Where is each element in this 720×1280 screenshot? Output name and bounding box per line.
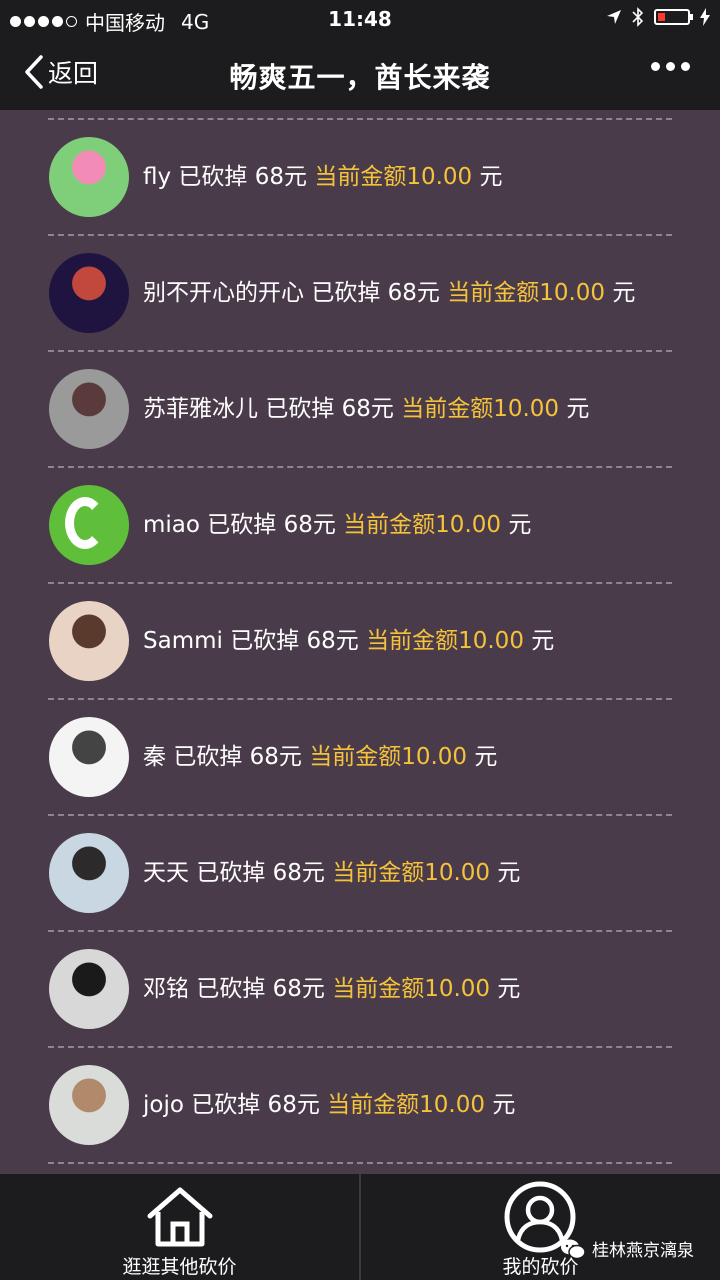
tab-my-bargains[interactable]: 我的砍价: [361, 1174, 720, 1280]
currency-unit: 元: [497, 860, 521, 886]
avatar: [49, 949, 129, 1029]
charging-bolt-icon: [700, 8, 710, 26]
avatar: [49, 833, 129, 913]
avatar: [49, 1065, 129, 1145]
avatar: [49, 369, 129, 449]
friend-name: fly: [143, 164, 172, 190]
bargain-record-text: miao 已砍掉 68元 当前金额10.00 元: [143, 508, 663, 542]
current-amount: 当前金额10.00: [314, 164, 473, 190]
current-amount: 当前金额10.00: [366, 628, 524, 654]
currency-unit: 元: [497, 976, 521, 1002]
status-bar: 中国移动 4G 11:48: [0, 0, 720, 38]
bargain-action-text: 已砍掉 68元: [207, 512, 336, 538]
bargain-record-text: fly 已砍掉 68元 当前金额10.00 元: [143, 160, 663, 194]
bargain-record-text: jojo 已砍掉 68元 当前金额10.00 元: [143, 1088, 663, 1122]
bargain-action-text: 已砍掉 68元: [191, 1092, 320, 1118]
bargain-record-text: 天天 已砍掉 68元 当前金额10.00 元: [143, 856, 663, 890]
list-item: 苏菲雅冰儿 已砍掉 68元 当前金额10.00 元: [48, 352, 672, 466]
list-divider: [48, 1162, 672, 1164]
list-item: 天天 已砍掉 68元 当前金额10.00 元: [48, 816, 672, 930]
current-amount: 当前金额10.00: [309, 744, 468, 770]
bargain-action-text: 已砍掉 68元: [311, 280, 440, 306]
bargain-record-list: fly 已砍掉 68元 当前金额10.00 元别不开心的开心 已砍掉 68元 当…: [48, 118, 672, 1164]
current-amount: 当前金额10.00: [447, 280, 606, 306]
more-options-button[interactable]: [651, 62, 690, 71]
more-dot-icon: [666, 62, 675, 71]
avatar: [49, 253, 129, 333]
more-dot-icon: [651, 62, 660, 71]
currency-unit: 元: [479, 164, 503, 190]
list-item: miao 已砍掉 68元 当前金额10.00 元: [48, 468, 672, 582]
bluetooth-icon: [632, 7, 644, 27]
current-amount: 当前金额10.00: [343, 512, 502, 538]
list-item: 秦 已砍掉 68元 当前金额10.00 元: [48, 700, 672, 814]
friend-name: 天天: [143, 860, 189, 886]
list-item: fly 已砍掉 68元 当前金额10.00 元: [48, 120, 672, 234]
battery-icon: [654, 9, 693, 25]
current-amount: 当前金额10.00: [327, 1092, 485, 1118]
list-item: jojo 已砍掉 68元 当前金额10.00 元: [48, 1048, 672, 1162]
avatar: [49, 137, 129, 217]
currency-unit: 元: [508, 512, 532, 538]
friend-name: 苏菲雅冰儿: [143, 396, 258, 422]
avatar: [49, 601, 129, 681]
current-amount: 当前金额10.00: [332, 860, 491, 886]
bargain-action-text: 已砍掉 68元: [173, 744, 302, 770]
tab-browse-other-bargains[interactable]: 逛逛其他砍价: [0, 1174, 359, 1280]
current-amount: 当前金额10.00: [332, 976, 491, 1002]
friend-name: Sammi: [143, 628, 223, 654]
bargain-record-text: 别不开心的开心 已砍掉 68元 当前金额10.00 元: [143, 276, 653, 310]
tab-label: 逛逛其他砍价: [122, 1256, 237, 1278]
status-bar-right: [606, 7, 710, 27]
bargain-action-text: 已砍掉 68元: [196, 976, 325, 1002]
wechat-logo-icon: [561, 1239, 586, 1259]
navigation-bar: 返回 畅爽五一，酋长来袭: [0, 38, 720, 110]
bargain-record-text: 秦 已砍掉 68元 当前金额10.00 元: [143, 740, 663, 774]
friend-name: 秦: [143, 744, 166, 770]
currency-unit: 元: [474, 744, 498, 770]
bargain-action-text: 已砍掉 68元: [196, 860, 325, 886]
list-item: 邓铭 已砍掉 68元 当前金额10.00 元: [48, 932, 672, 1046]
bottom-tab-bar: 逛逛其他砍价 我的砍价: [0, 1174, 720, 1280]
avatar-letter-mark: [65, 497, 105, 549]
bargain-action-text: 已砍掉 68元: [230, 628, 359, 654]
wechat-watermark: 桂林燕京漓泉: [560, 1236, 694, 1261]
currency-unit: 元: [492, 1092, 516, 1118]
friend-name: 别不开心的开心: [143, 280, 304, 306]
avatar: [49, 717, 129, 797]
avatar: [49, 485, 129, 565]
home-icon: [147, 1187, 213, 1247]
watermark-text: 桂林燕京漓泉: [592, 1241, 694, 1261]
currency-unit: 元: [531, 628, 555, 654]
list-item: 别不开心的开心 已砍掉 68元 当前金额10.00 元: [48, 236, 672, 350]
friend-name: jojo: [143, 1092, 184, 1118]
currency-unit: 元: [612, 280, 636, 306]
currency-unit: 元: [566, 396, 590, 422]
bargain-action-text: 已砍掉 68元: [265, 396, 394, 422]
bargain-action-text: 已砍掉 68元: [178, 164, 307, 190]
bargain-record-text: 苏菲雅冰儿 已砍掉 68元 当前金额10.00 元: [143, 392, 663, 426]
current-amount: 当前金额10.00: [401, 396, 560, 422]
page-title: 畅爽五一，酋长来袭: [229, 61, 491, 94]
location-arrow-icon: [607, 10, 621, 24]
friend-name: 邓铭: [143, 976, 189, 1002]
friend-name: miao: [143, 512, 200, 538]
more-dot-icon: [681, 62, 690, 71]
bargain-record-text: 邓铭 已砍掉 68元 当前金额10.00 元: [143, 972, 663, 1006]
list-item: Sammi 已砍掉 68元 当前金额10.00 元: [48, 584, 672, 698]
bargain-record-text: Sammi 已砍掉 68元 当前金额10.00 元: [143, 624, 663, 658]
